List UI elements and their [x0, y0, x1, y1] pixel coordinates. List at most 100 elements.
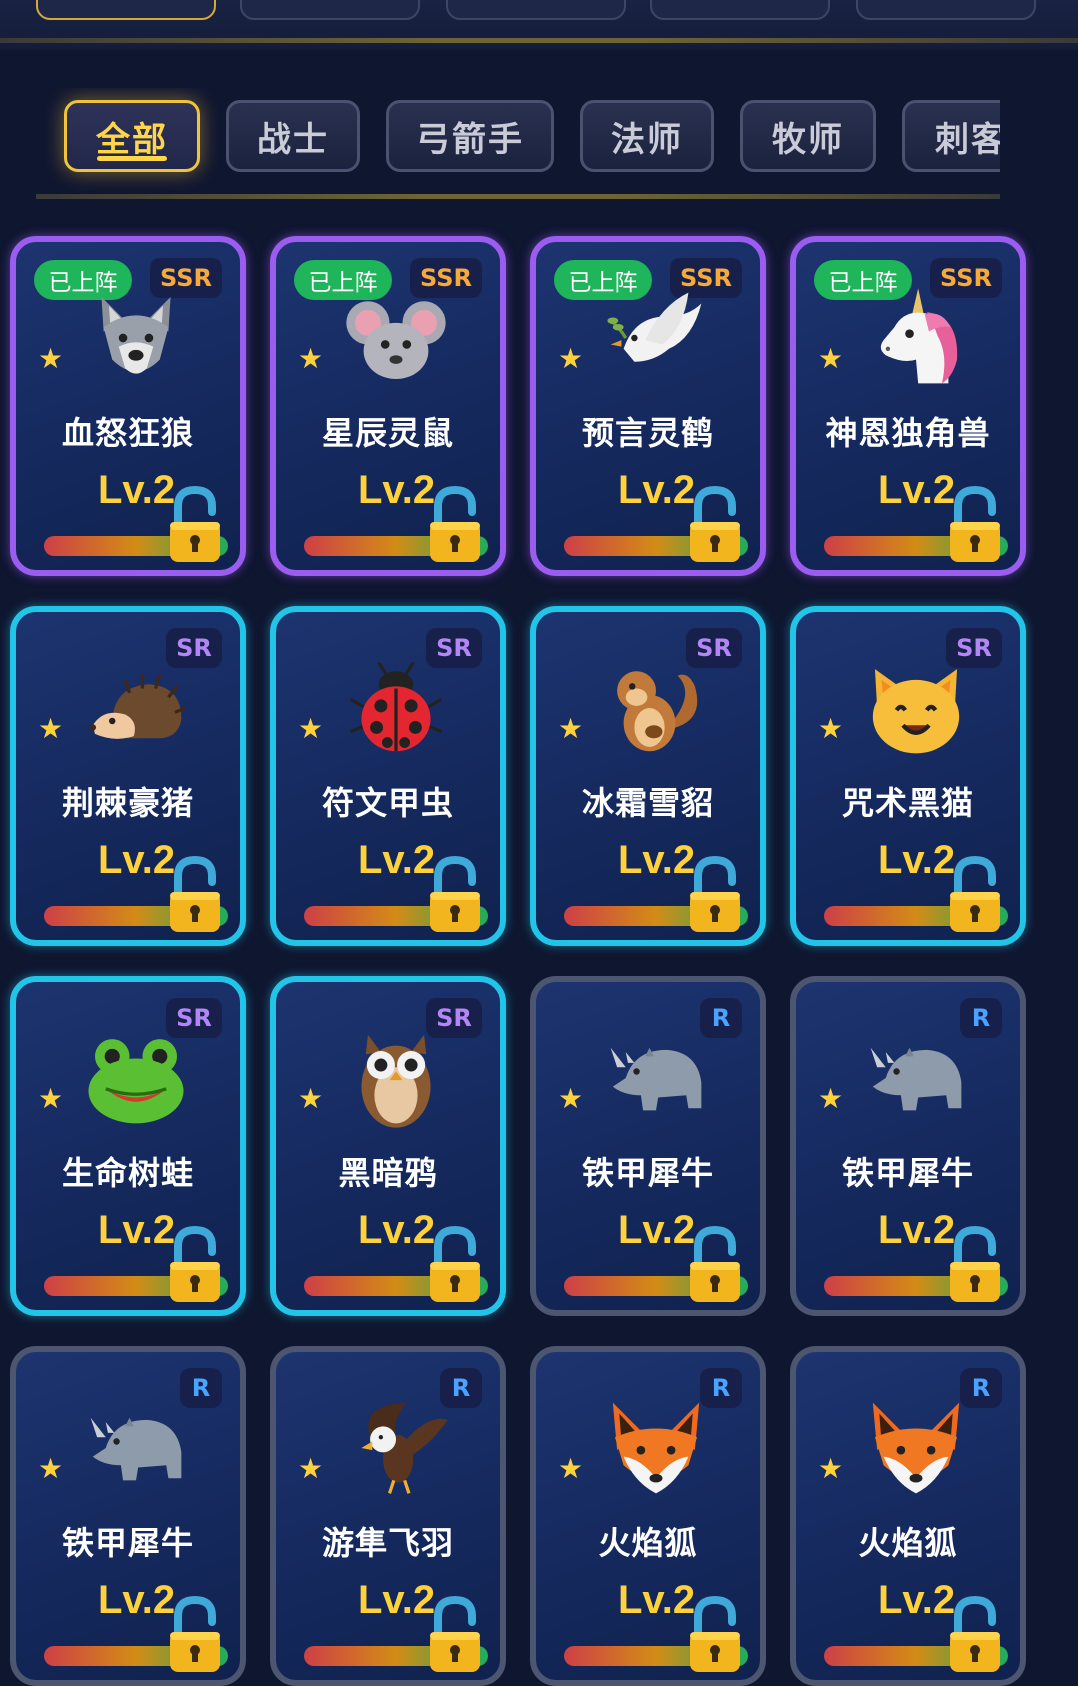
pet-name: 预言灵鹤 [581, 414, 714, 452]
pet-card[interactable]: R ★ 铁甲犀牛 Lv.2 [10, 1346, 246, 1686]
pet-name: 火焰狐 [858, 1524, 958, 1562]
star-icon: ★ [818, 1082, 844, 1115]
unlock-icon[interactable] [686, 485, 744, 566]
unlock-icon[interactable] [166, 1595, 224, 1676]
unlock-icon[interactable] [426, 1225, 484, 1306]
divider [0, 38, 1078, 43]
pet-name: 神恩独角兽 [825, 414, 991, 452]
unlock-icon[interactable] [686, 1225, 744, 1306]
unlock-icon[interactable] [686, 1595, 744, 1676]
star-icon: ★ [298, 1452, 324, 1485]
pet-card[interactable]: R ★ 游隼飞羽 Lv.2 [270, 1346, 506, 1686]
pet-level: Lv.2 [98, 468, 176, 512]
rhino-icon [862, 1024, 970, 1132]
tab-archer[interactable]: 弓箭手 [386, 100, 554, 172]
star-icon: ★ [558, 1452, 584, 1485]
category-tabs: 全部 战士 弓箭手 法师 牧师 刺客 [36, 88, 1000, 196]
pet-name: 生命树蛙 [61, 1154, 194, 1192]
top-tab-5[interactable] [856, 0, 1036, 20]
pet-card[interactable]: SR ★ 冰霜雪貂 Lv.2 [530, 606, 766, 946]
pet-level: Lv.2 [358, 1578, 436, 1622]
pet-level: Lv.2 [358, 838, 436, 882]
pet-level: Lv.2 [618, 468, 696, 512]
pet-card[interactable]: 已上阵 SSR ★ 预言灵鹤 Lv.2 [530, 236, 766, 576]
tab-assassin[interactable]: 刺客 [902, 100, 1000, 172]
star-icon: ★ [298, 342, 324, 375]
tab-label: 全部 [96, 119, 168, 160]
top-tab-1[interactable] [36, 0, 216, 20]
star-icon: ★ [818, 712, 844, 745]
pet-card[interactable]: R ★ 火焰狐 Lv.2 [530, 1346, 766, 1686]
pet-level: Lv.2 [98, 1578, 176, 1622]
star-icon: ★ [38, 1452, 64, 1485]
unlock-icon[interactable] [946, 1595, 1004, 1676]
pet-level: Lv.2 [878, 1578, 956, 1622]
pet-level: Lv.2 [878, 1208, 956, 1252]
ladybug-icon [342, 654, 450, 762]
star-icon: ★ [558, 712, 584, 745]
pet-card[interactable]: SR ★ 咒术黑猫 Lv.2 [790, 606, 1026, 946]
star-icon: ★ [818, 1452, 844, 1485]
unlock-icon[interactable] [686, 855, 744, 936]
hedgehog-icon [82, 654, 190, 762]
unicorn-icon [862, 284, 970, 392]
tab-warrior[interactable]: 战士 [226, 100, 360, 172]
top-tab-2[interactable] [240, 0, 420, 20]
pet-name: 黑暗鸦 [338, 1154, 438, 1192]
pet-card[interactable]: 已上阵 SSR ★ 血怒狂狼 Lv.2 [10, 236, 246, 576]
owl-icon [342, 1024, 450, 1132]
pet-card[interactable]: SR ★ 生命树蛙 Lv.2 [10, 976, 246, 1316]
pet-card[interactable]: 已上阵 SSR ★ 星辰灵鼠 Lv.2 [270, 236, 506, 576]
rhino-icon [602, 1024, 710, 1132]
unlock-icon[interactable] [426, 855, 484, 936]
pet-name: 冰霜雪貂 [581, 784, 714, 822]
unlock-icon[interactable] [426, 1595, 484, 1676]
unlock-icon[interactable] [946, 855, 1004, 936]
unlock-icon[interactable] [426, 485, 484, 566]
tab-label: 弓箭手 [416, 119, 524, 160]
unlock-icon[interactable] [946, 485, 1004, 566]
pet-name: 游隼飞羽 [321, 1524, 454, 1562]
tab-label: 战士 [257, 119, 329, 160]
pet-name: 火焰狐 [598, 1524, 698, 1562]
star-icon: ★ [558, 342, 584, 375]
pet-name: 铁甲犀牛 [841, 1154, 974, 1192]
unlock-icon[interactable] [166, 1225, 224, 1306]
pet-card[interactable]: R ★ 铁甲犀牛 Lv.2 [790, 976, 1026, 1316]
top-tab-3[interactable] [446, 0, 626, 20]
pet-level: Lv.2 [618, 838, 696, 882]
pet-level: Lv.2 [358, 1208, 436, 1252]
unlock-icon[interactable] [166, 855, 224, 936]
unlock-icon[interactable] [166, 485, 224, 566]
tab-mage[interactable]: 法师 [580, 100, 714, 172]
pet-card[interactable]: SR ★ 符文甲虫 Lv.2 [270, 606, 506, 946]
star-icon: ★ [38, 342, 64, 375]
pet-level: Lv.2 [878, 838, 956, 882]
unlock-icon[interactable] [946, 1225, 1004, 1306]
star-icon: ★ [38, 1082, 64, 1115]
pet-name: 咒术黑猫 [841, 784, 974, 822]
pet-name: 血怒狂狼 [61, 414, 194, 452]
pet-card[interactable]: SR ★ 黑暗鸦 Lv.2 [270, 976, 506, 1316]
star-icon: ★ [558, 1082, 584, 1115]
pet-level: Lv.2 [878, 468, 956, 512]
pet-level: Lv.2 [98, 838, 176, 882]
tab-label: 牧师 [772, 119, 844, 160]
pet-name: 铁甲犀牛 [581, 1154, 714, 1192]
pet-level: Lv.2 [618, 1208, 696, 1252]
top-tab-4[interactable] [650, 0, 830, 20]
star-icon: ★ [298, 1082, 324, 1115]
pet-card[interactable]: R ★ 火焰狐 Lv.2 [790, 1346, 1026, 1686]
pet-name: 符文甲虫 [321, 784, 454, 822]
tab-priest[interactable]: 牧师 [740, 100, 876, 172]
chipmunk-icon [602, 654, 710, 762]
wolf-icon [82, 284, 190, 392]
pet-card[interactable]: R ★ 铁甲犀牛 Lv.2 [530, 976, 766, 1316]
pet-card[interactable]: SR ★ 荆棘豪猪 Lv.2 [10, 606, 246, 946]
eagle-icon [342, 1394, 450, 1502]
pet-card[interactable]: 已上阵 SSR ★ 神恩独角兽 Lv.2 [790, 236, 1026, 576]
dove-icon [602, 284, 710, 392]
star-icon: ★ [818, 342, 844, 375]
tab-all[interactable]: 全部 [64, 100, 200, 172]
pet-name: 铁甲犀牛 [61, 1524, 194, 1562]
